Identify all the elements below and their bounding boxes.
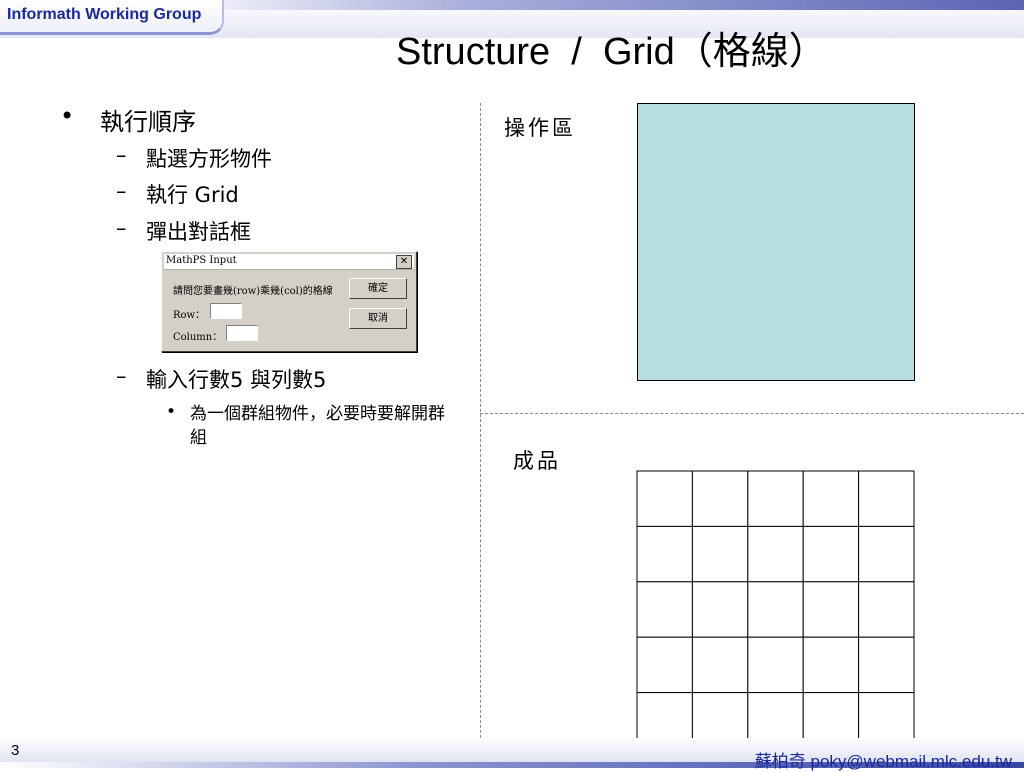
dialog-title: MathPS Input: [166, 255, 237, 266]
grid-cell: [747, 581, 804, 638]
row-input[interactable]: [210, 303, 242, 319]
grid-cell: [636, 525, 693, 583]
bullet-dot: •: [166, 402, 177, 422]
mathps-input-dialog: MathPS Input ✕ 請問您要畫幾(row)乘幾(col)的格線 Row…: [161, 251, 417, 352]
result-label: 成品: [513, 449, 561, 473]
dialog-titlebar: MathPS Input ✕: [164, 254, 414, 270]
grid-cell: [747, 636, 804, 694]
bullet-dot: •: [60, 102, 75, 130]
horizontal-divider: [480, 413, 1024, 414]
grid-cell: [802, 470, 860, 527]
grid-cell: [858, 470, 915, 527]
grid-cell: [636, 470, 693, 527]
grid-cell: [747, 470, 804, 527]
slide-title: Structure / Grid（格線）: [396, 31, 827, 73]
grid-cell: [802, 525, 860, 583]
work-area-label: 操作區: [504, 116, 576, 140]
row-label: Row：: [173, 310, 206, 321]
work-rectangle[interactable]: [637, 103, 915, 381]
grid-cell: [691, 636, 749, 694]
result-grid: [636, 470, 915, 749]
grid-cell: [691, 581, 749, 638]
ok-button[interactable]: 確定: [349, 278, 407, 299]
grid-cell: [858, 636, 915, 694]
bullet-dash: –: [116, 179, 127, 203]
grid-cell: [858, 525, 915, 583]
close-icon[interactable]: ✕: [396, 255, 412, 269]
grid-cell: [636, 581, 693, 638]
sub-bullet-text: 輸入行數5 與列數5: [146, 368, 327, 392]
grid-cell: [691, 470, 749, 527]
grid-cell: [691, 525, 749, 583]
note-text: 為一個群組物件，必要時要解開群組: [190, 404, 445, 448]
grid-cell: [858, 581, 915, 638]
main-bullet-text: 執行順序: [100, 108, 196, 136]
grid-cell: [747, 525, 804, 583]
sub-bullet-text: 執行 Grid: [146, 183, 239, 207]
bullet-dash: –: [116, 216, 127, 240]
column-input[interactable]: [226, 325, 258, 341]
sub-bullet-text: 點選方形物件: [146, 147, 272, 171]
org-tab: Informath Working Group: [0, 0, 224, 35]
footer-author: 蘇柏奇 poky@webmail.mlc.edu.tw: [754, 752, 1012, 771]
org-label: Informath Working Group: [7, 6, 202, 23]
bullet-dash: –: [116, 143, 127, 167]
grid-cell: [802, 581, 860, 638]
grid-cell: [802, 636, 860, 694]
bullet-dash: –: [116, 364, 127, 388]
column-label: Column：: [173, 332, 223, 343]
dialog-prompt: 請問您要畫幾(row)乘幾(col)的格線: [173, 286, 333, 297]
cancel-button[interactable]: 取消: [349, 308, 407, 329]
grid-cell: [636, 636, 693, 694]
page-number: 3: [11, 742, 20, 759]
sub-bullet-text: 彈出對話框: [146, 220, 251, 244]
vertical-divider: [480, 103, 481, 768]
